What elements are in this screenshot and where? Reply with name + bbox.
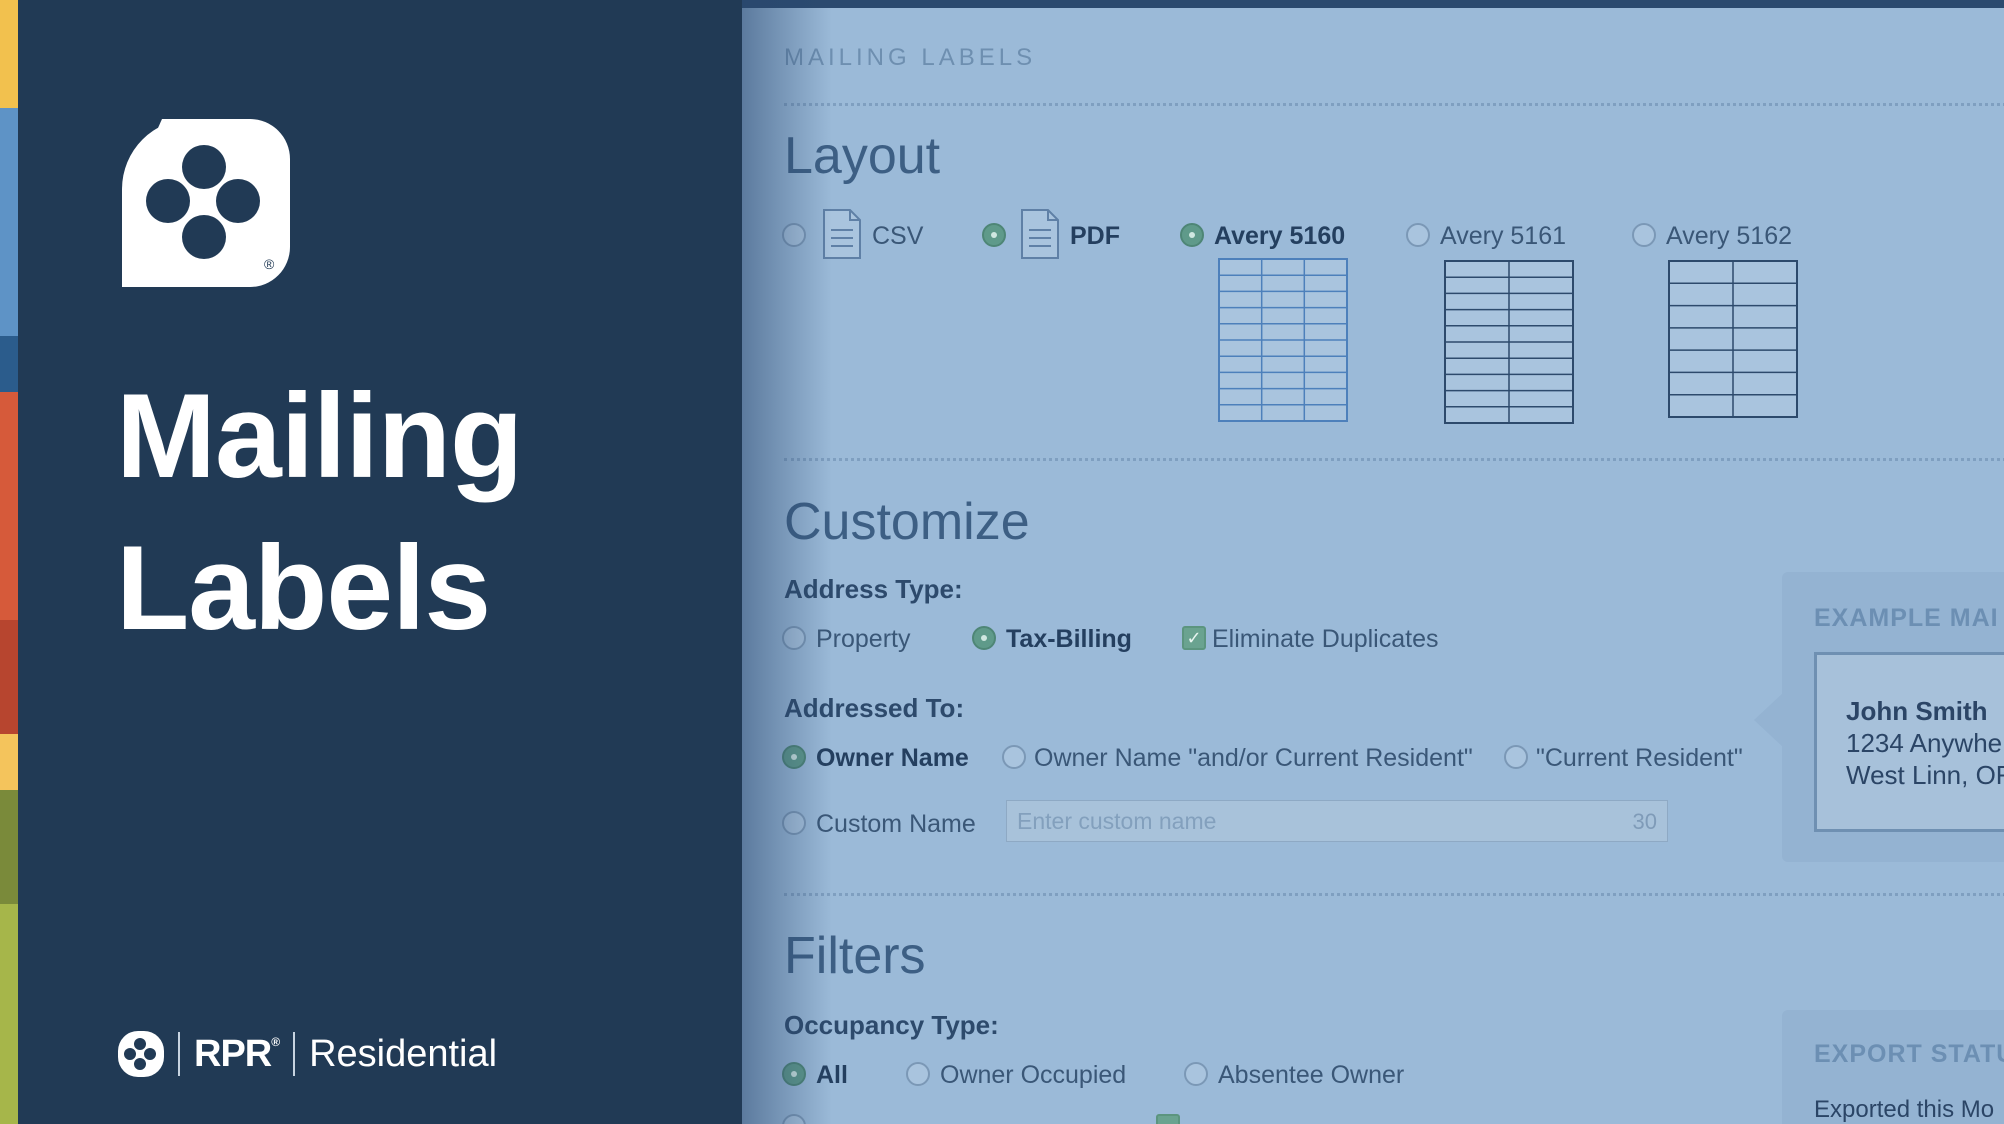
- brand-divider: [293, 1032, 296, 1076]
- addressed-to-radio-owner-current-resident[interactable]: [1002, 745, 1026, 769]
- custom-name-input[interactable]: [1007, 801, 1627, 841]
- addressed-to-label: Addressed To:: [784, 693, 965, 723]
- eliminate-duplicates-label: Eliminate Duplicates: [1212, 625, 1439, 653]
- layout-radio-csv[interactable]: [782, 223, 806, 247]
- address-type-radio-property[interactable]: [782, 626, 806, 650]
- title-line: Mailing: [116, 369, 523, 503]
- occupancy-option-label: Owner Occupied: [940, 1061, 1127, 1089]
- brand-rpr: RPR®: [194, 1032, 280, 1076]
- example-address-line: West Linn, OF: [1846, 760, 2004, 790]
- stripe: [0, 0, 18, 108]
- occupancy-radio-absentee-owner[interactable]: [1184, 1062, 1208, 1086]
- addressed-to-option-label: Owner Name: [816, 744, 969, 772]
- layout-option-label: Avery 5162: [1666, 222, 1793, 250]
- addressed-to-radio-current-resident[interactable]: [1504, 745, 1528, 769]
- brand-division: Residential: [309, 1032, 498, 1075]
- addressed-to-radio-owner-name[interactable]: [782, 745, 806, 769]
- divider: [784, 103, 2004, 106]
- divider: [784, 893, 2004, 896]
- brand-color-stripes: [0, 0, 18, 1124]
- example-label-title: EXAMPLE MAI: [1814, 604, 1999, 632]
- export-status-text: Exported this Mo: [1814, 1096, 1995, 1123]
- example-address-line: 1234 Anywhe: [1846, 728, 2003, 758]
- app-panel: MAILING LABELS Layout CSV PDF Avery 5160: [742, 0, 2004, 1124]
- occupancy-radio-all[interactable]: [782, 1062, 806, 1086]
- layout-radio-avery-5162[interactable]: [1632, 223, 1656, 247]
- stripe: [0, 734, 18, 790]
- document-icon: [1021, 209, 1059, 259]
- layout-radio-avery-5161[interactable]: [1406, 223, 1430, 247]
- registered-mark: ®: [271, 1034, 280, 1049]
- layout-option-label: PDF: [1070, 222, 1120, 250]
- avery-5160-preview[interactable]: [1218, 258, 1348, 422]
- addressed-to-option-label: "Current Resident": [1536, 744, 1743, 772]
- card-pointer: [1754, 692, 1784, 748]
- addressed-to-option-label: Owner Name "and/or Current Resident": [1034, 744, 1473, 772]
- title-line: Labels: [116, 521, 491, 655]
- export-status-title: EXPORT STATU: [1814, 1040, 2004, 1068]
- app-header: MAILING LABELS: [784, 44, 1037, 71]
- brand-divider: [178, 1032, 180, 1076]
- example-name: John Smith: [1846, 696, 1988, 726]
- character-counter: 30: [1632, 809, 1657, 834]
- customize-section-title: Customize: [784, 493, 1030, 551]
- layout-radio-pdf[interactable]: [982, 223, 1006, 247]
- stripe: [0, 790, 18, 904]
- avery-5161-preview[interactable]: [1444, 260, 1574, 424]
- stripe: [0, 108, 18, 336]
- divider: [784, 458, 2004, 461]
- address-type-option-label: Tax-Billing: [1006, 625, 1132, 653]
- filters-section-title: Filters: [784, 927, 926, 985]
- filter-checkbox-partial[interactable]: [1156, 1114, 1180, 1124]
- brand-rpr-text: RPR: [194, 1032, 272, 1075]
- occupancy-option-label: All: [816, 1061, 848, 1089]
- layout-option-label: Avery 5161: [1440, 222, 1567, 250]
- app-top-bar: [742, 0, 2004, 8]
- stripe: [0, 904, 18, 1124]
- stripe: [0, 620, 18, 734]
- rpr-small-logo-icon: [118, 1031, 164, 1077]
- brand-footer: RPR® Residential: [118, 1030, 497, 1078]
- filter-checkbox-partial[interactable]: [782, 1114, 806, 1124]
- custom-name-input-box: 30: [1006, 800, 1668, 842]
- brand-panel: ® Mailing Labels RPR® Residential: [18, 0, 742, 1124]
- address-type-option-label: Property: [816, 625, 911, 653]
- avery-5162-preview[interactable]: [1668, 260, 1798, 418]
- addressed-to-radio-custom-name[interactable]: [782, 811, 806, 835]
- occupancy-radio-owner-occupied[interactable]: [906, 1062, 930, 1086]
- layout-option-label: Avery 5160: [1214, 222, 1346, 250]
- layout-section-title: Layout: [784, 127, 941, 185]
- svg-text:®: ®: [264, 256, 275, 272]
- document-icon: [823, 209, 861, 259]
- address-type-radio-tax-billing[interactable]: [972, 626, 996, 650]
- page-title: Mailing Labels: [116, 360, 523, 664]
- layout-radio-avery-5160[interactable]: [1180, 223, 1204, 247]
- stripe: [0, 392, 18, 620]
- eliminate-duplicates-checkbox[interactable]: ✓: [1182, 626, 1206, 650]
- addressed-to-option-label: Custom Name: [816, 810, 976, 838]
- address-type-label: Address Type:: [784, 574, 963, 604]
- stripe: [0, 336, 18, 392]
- occupancy-option-label: Absentee Owner: [1218, 1061, 1405, 1089]
- occupancy-type-label: Occupancy Type:: [784, 1010, 999, 1040]
- layout-option-label: CSV: [872, 222, 924, 250]
- rpr-logo-icon: ®: [122, 119, 290, 287]
